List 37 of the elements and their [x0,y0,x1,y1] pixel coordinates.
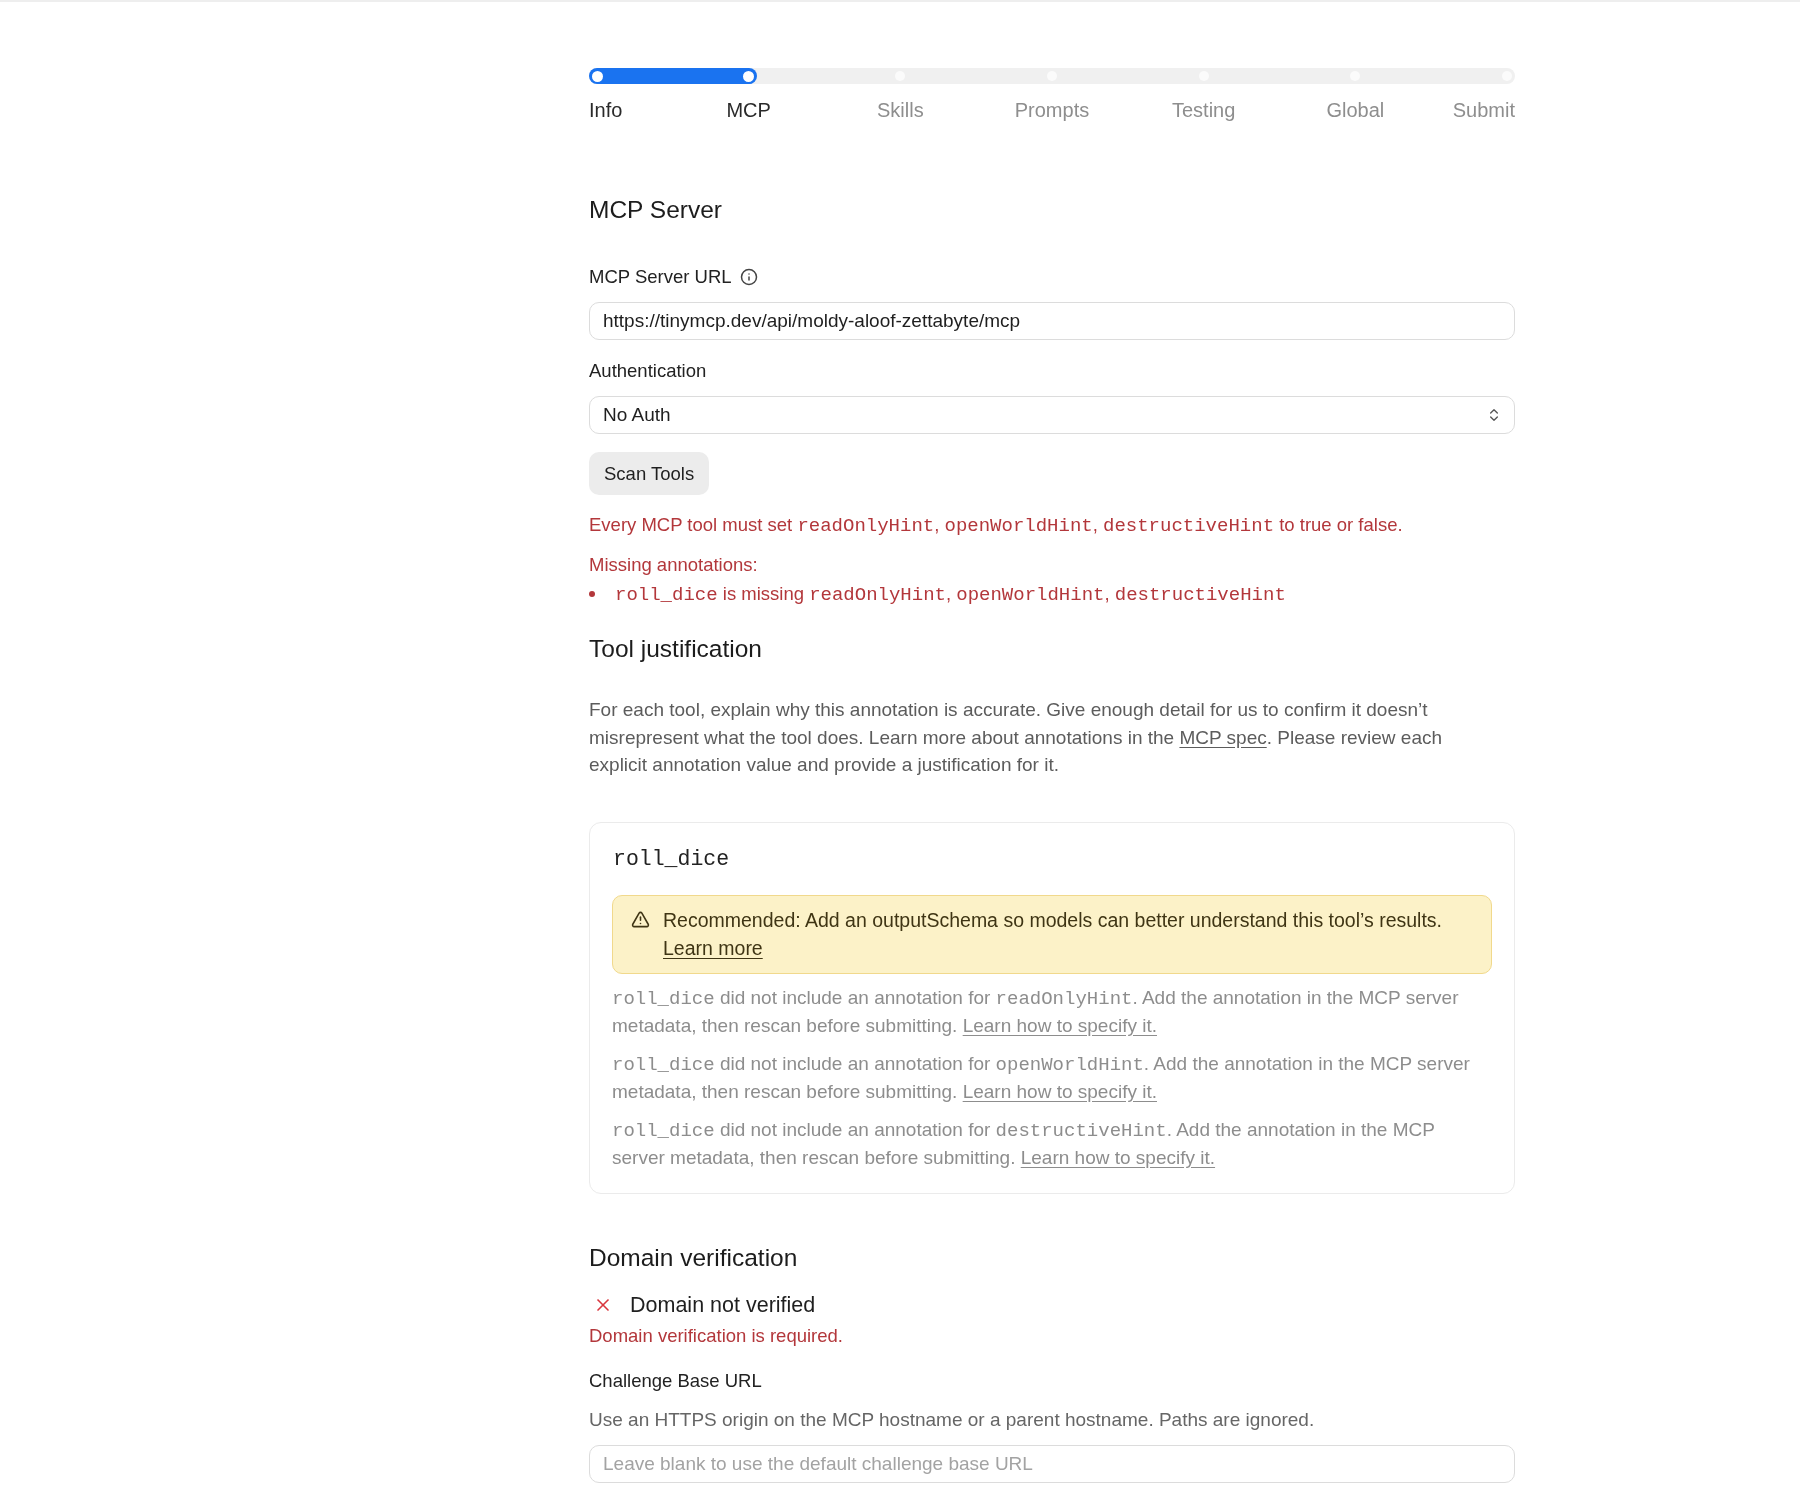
step-label[interactable]: Submit [1452,98,1515,122]
learn-more-link[interactable]: Learn more [663,936,763,959]
tool-name: roll_dice [612,845,730,872]
step-label[interactable]: Skills [877,98,924,122]
help-text: Use an HTTPS origin on the MCP hostname or a parent hostname. Paths are ignored. [589,1407,1316,1432]
verification-status: Domain not verified [630,1291,816,1318]
field-label: Challenge Base URL [589,1368,762,1393]
docs-link[interactable]: Learn how to specify it. [962,1080,1157,1102]
info-icon[interactable] [739,268,758,286]
annotation-note: roll_dice did not include an annotation for readOnlyHint. Add the annotation in the MCP server metadata, then rescan before submitting. Learn how to specify it. [612,985,1460,1038]
step-label[interactable]: Prompts [1014,98,1090,122]
error-message: Every MCP tool must set readOnlyHint, openWorldHint, destructiveHint to true or false. [589,513,1404,537]
error-list-title: Missing annotations: [589,553,759,577]
step-label[interactable]: Global [1326,98,1385,122]
recommendation-text: Recommended: Add an outputSchema so models can better understand this tool’s results. Learn more [663,907,1443,961]
field-label: MCP Server URL [589,265,732,289]
annotation-note: roll_dice did not include an annotation for openWorldHint. Add the annotation in the MCP server metadata, then rescan before submitting. Learn how to specify it. [612,1051,1471,1104]
field-label: Authentication [589,359,707,383]
docs-link[interactable]: Learn how to specify it. [1020,1146,1216,1168]
section-heading: MCP Server [589,195,723,225]
section-description: For each tool, explain why this annotation is accurate. Give enough detail for us to confirm it doesn’t misrepresent what the tool does. Learn more about annotations in the MCP spec. Please review each explicit annotation value and provide a justification for it. [589,698,1444,777]
mcp-spec-link[interactable]: MCP spec [1179,726,1267,748]
step-label[interactable]: Info [589,98,623,122]
step-label[interactable]: MCP [726,98,771,122]
section-heading: Tool justification [589,634,763,664]
error-list-item: roll_dice is missing readOnlyHint, openWorldHint, destructiveHint [615,582,1286,606]
error-message: Domain verification is required. [589,1323,844,1348]
annotation-note: roll_dice did not include an annotation for destructiveHint. Add the annotation in the MCP server metadata, then rescan before submitting. Learn how to specify it. [612,1117,1436,1170]
warning-icon [631,909,650,929]
url-input-field[interactable]: https://tinymcp.dev/api/moldy-aloof-zettabyte/mcp [589,302,1515,340]
scan-tools-button[interactable]: Scan Tools [589,452,710,495]
authentication-select[interactable]: No Auth [589,396,1515,434]
docs-link[interactable]: Learn how to specify it. [962,1014,1157,1036]
section-heading: Domain verification [589,1242,799,1273]
challenge-url-input-field[interactable]: Leave blank to use the default challenge base URL [589,1444,1515,1483]
bullet-icon [589,591,595,597]
step-label[interactable]: Testing [1171,98,1236,122]
